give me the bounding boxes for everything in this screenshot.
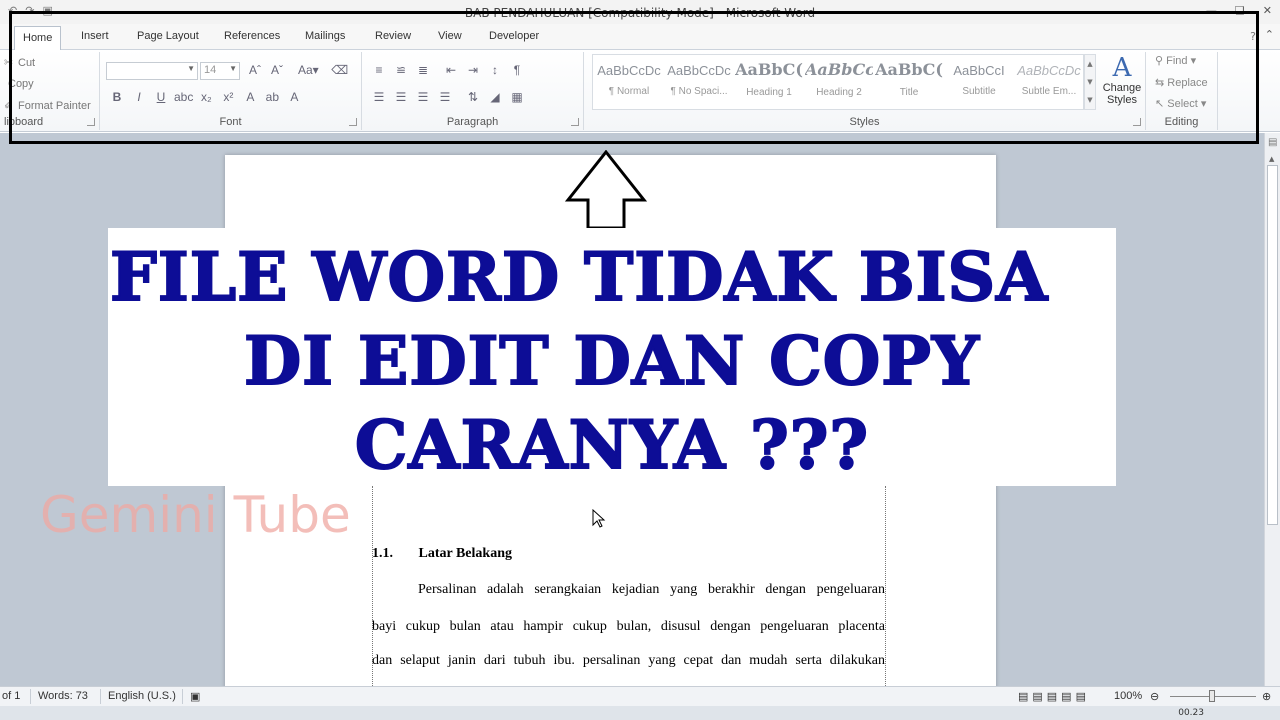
ribbon-collapse-icon[interactable]: ⌃ [1265, 28, 1274, 41]
paragraph-line: Persalinan adalah serangkaian kejadian y… [418, 582, 885, 597]
view-buttons[interactable]: ▤▤▤▤▤ [1018, 690, 1090, 703]
word-count[interactable]: Words: 73 [38, 690, 88, 702]
title-banner: FILE WORD TIDAK BISA DI EDIT DAN COPY CA… [108, 228, 1116, 486]
taskbar: 00.23 [0, 706, 1280, 720]
ribbon-highlight-frame [9, 11, 1259, 144]
banner-line-3: CARANYA ??? [354, 405, 870, 485]
divider [182, 689, 183, 704]
banner-line-1: FILE WORD TIDAK BISA [109, 237, 1049, 317]
scroll-thumb[interactable] [1267, 165, 1278, 525]
ruler-toggle-icon[interactable]: ▤ [1268, 137, 1277, 148]
zoom-out-icon[interactable]: ⊖ [1150, 690, 1159, 703]
close-icon[interactable]: ✕ [1263, 4, 1272, 17]
status-bar: of 1 Words: 73 English (U.S.) ▣ ▤▤▤▤▤ 10… [0, 686, 1280, 706]
divider [100, 689, 101, 704]
heading-text: Latar Belakang [418, 546, 512, 561]
language[interactable]: English (U.S.) [108, 690, 176, 702]
taskbar-clock: 00.23 [1178, 708, 1204, 718]
up-arrow-icon [564, 150, 648, 230]
scroll-up-icon[interactable]: ▲ [1269, 155, 1274, 163]
vertical-scrollbar[interactable]: ▤ ▲ [1264, 133, 1280, 686]
paragraph-line: bayi cukup bulan atau hampir cukup bulan… [372, 619, 885, 634]
banner-line-2: DI EDIT DAN COPY [243, 321, 981, 401]
zoom-in-icon[interactable]: ⊕ [1262, 690, 1271, 703]
paragraph-line: dan selaput janin dari tubuh ibu. persal… [372, 653, 885, 668]
page-count[interactable]: of 1 [2, 690, 20, 702]
right-margin-guide [885, 486, 886, 686]
divider [30, 689, 31, 704]
zoom-slider-knob[interactable] [1209, 690, 1215, 702]
macro-record-icon[interactable]: ▣ [190, 690, 200, 703]
mouse-cursor-icon [592, 509, 606, 528]
channel-watermark: Gemini Tube [40, 486, 351, 544]
zoom-level[interactable]: 100% [1114, 690, 1142, 702]
section-heading: 1.1. Latar Belakang [372, 546, 512, 562]
heading-number: 1.1. [372, 546, 393, 561]
